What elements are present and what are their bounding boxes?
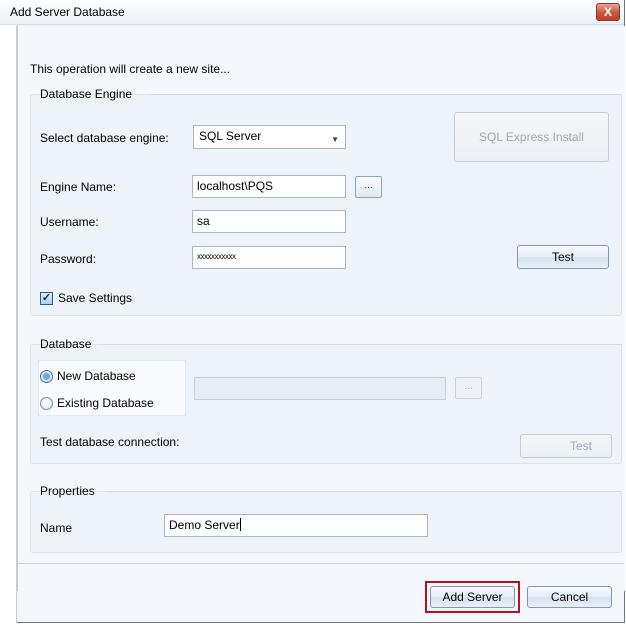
username-value: sa <box>197 214 210 228</box>
cancel-label: Cancel <box>550 590 589 604</box>
text-cursor <box>239 518 241 531</box>
save-settings-checkbox[interactable]: ✓ <box>40 292 53 305</box>
test-connection-label: Test database connection: <box>40 435 180 449</box>
password-input[interactable]: xxxxxxxxxxx <box>192 246 346 269</box>
properties-legend: Properties <box>40 484 95 498</box>
engine-name-value: localhost\PQS <box>197 179 274 193</box>
chevron-down-icon: ▼ <box>331 135 339 144</box>
database-legend: Database <box>40 337 92 351</box>
select-engine-label: Select database engine: <box>40 131 169 145</box>
title-bar[interactable]: Add Server Database X <box>0 0 624 25</box>
password-value: xxxxxxxxxxx <box>197 252 236 261</box>
database-engine-legend-line <box>150 94 622 95</box>
footer-separator <box>18 563 624 564</box>
database-engine-legend: Database Engine <box>40 87 133 101</box>
ellipsis-icon: ... <box>364 180 373 191</box>
engine-name-label: Engine Name: <box>40 180 117 194</box>
add-server-label: Add Server <box>442 590 503 604</box>
window-title: Add Server Database <box>10 5 125 19</box>
intro-text: This operation will create a new site... <box>30 62 231 76</box>
add-server-button[interactable]: Add Server <box>430 586 515 608</box>
ellipsis-icon: ... <box>464 381 473 392</box>
database-browse-button[interactable]: ... <box>455 377 482 399</box>
engine-test-label: Test <box>551 250 574 264</box>
properties-legend-line <box>108 491 622 492</box>
server-name-input[interactable]: Demo Server <box>164 514 428 537</box>
database-test-button[interactable]: Test <box>520 434 612 458</box>
username-label: Username: <box>40 215 99 229</box>
cancel-button[interactable]: Cancel <box>527 586 612 608</box>
password-label: Password: <box>40 252 97 266</box>
new-database-radio[interactable] <box>40 370 53 383</box>
database-name-input[interactable] <box>194 377 446 400</box>
database-test-label: Test <box>569 439 592 453</box>
close-icon: X <box>603 5 612 19</box>
existing-database-label: Existing Database <box>57 396 154 410</box>
sql-express-install-button[interactable]: SQL Express Install <box>454 112 609 162</box>
engine-name-input[interactable]: localhost\PQS <box>192 175 346 198</box>
engine-browse-button[interactable]: ... <box>355 176 382 198</box>
engine-select-value: SQL Server <box>199 129 262 143</box>
sql-express-install-label: SQL Express Install <box>479 130 584 144</box>
close-button[interactable]: X <box>596 3 620 21</box>
engine-select[interactable]: SQL Server ▼ <box>193 125 346 149</box>
new-database-label: New Database <box>57 369 136 383</box>
engine-test-button[interactable]: Test <box>517 245 609 269</box>
server-name-value: Demo Server <box>169 518 240 532</box>
username-input[interactable]: sa <box>192 210 346 233</box>
save-settings-label: Save Settings <box>58 291 133 305</box>
existing-database-radio[interactable] <box>40 397 53 410</box>
database-legend-line <box>102 344 622 345</box>
name-label: Name <box>40 521 73 535</box>
window-left-frame <box>0 25 17 623</box>
checkmark-icon: ✓ <box>41 292 52 304</box>
